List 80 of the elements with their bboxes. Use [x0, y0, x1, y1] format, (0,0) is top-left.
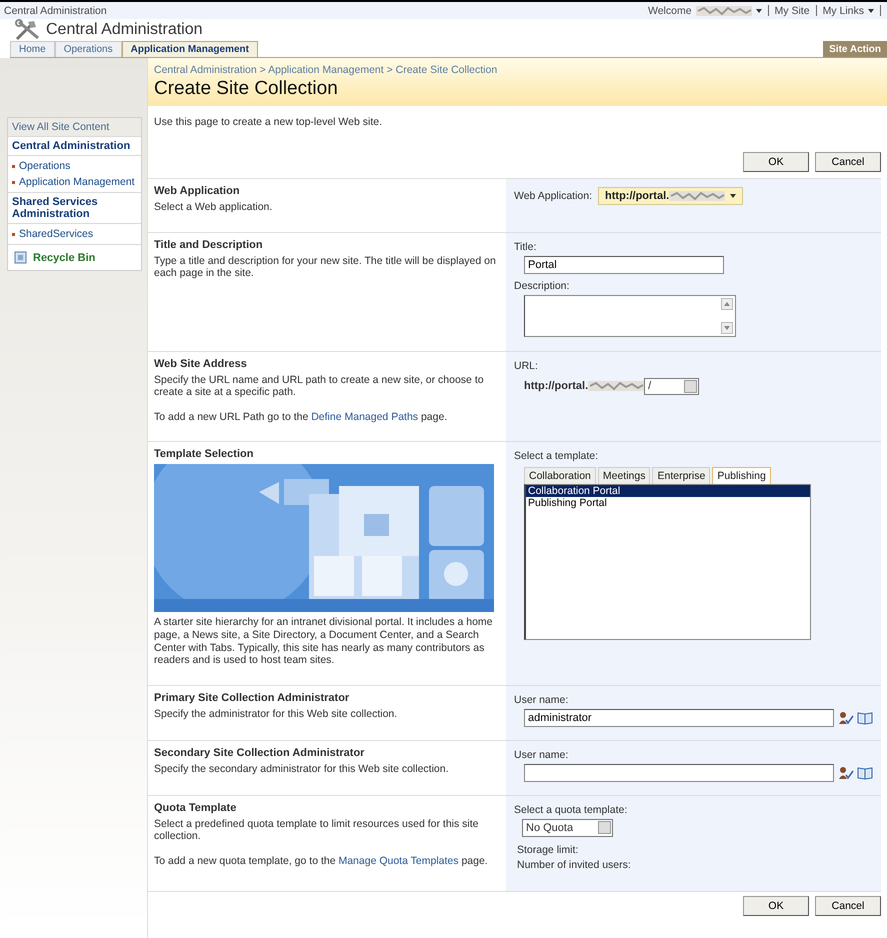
web-application-selector[interactable]: http://portal. [598, 187, 744, 205]
template-tab[interactable]: Enterprise [652, 467, 710, 484]
section-heading: Primary Site Collection Administrator [154, 692, 350, 704]
url-path-dropdown[interactable]: / [644, 378, 700, 395]
obscured-text [669, 190, 726, 202]
nav-heading[interactable]: Central Administration [8, 137, 141, 156]
template-tab[interactable]: Collaboration [524, 467, 596, 484]
top-link[interactable]: My Site [774, 4, 810, 16]
check-names-icon[interactable] [838, 710, 854, 725]
site-name[interactable]: Central Administration [4, 4, 107, 16]
section-heading: Secondary Site Collection Administrator [154, 746, 366, 759]
view-all-link[interactable]: View All Site Content [8, 118, 141, 137]
field-label: Select a template: [514, 450, 600, 462]
field-label: User name: [514, 694, 570, 706]
scroll-up-icon[interactable] [721, 298, 733, 310]
user-name-field[interactable] [524, 764, 834, 782]
section-heading: Quota Template [154, 802, 238, 814]
quota-info: Number of invited users: [517, 858, 632, 871]
text-link[interactable]: Define Managed Paths [311, 410, 418, 423]
nav-heading[interactable]: Shared Services Administration [8, 193, 141, 224]
field-label: Description: [514, 280, 570, 292]
bullet-icon [12, 233, 15, 236]
nav-link[interactable]: Application Management [19, 176, 135, 188]
url-prefix: http://portal. [524, 380, 588, 392]
form-button[interactable]: OK [743, 896, 809, 916]
quota-dropdown[interactable]: No Quota [522, 818, 613, 837]
address-book-icon[interactable] [857, 766, 873, 780]
intro-text: Use this page to create a new top-level Web site. [154, 116, 384, 128]
section-description: Select a Web application. [154, 201, 274, 214]
obscured-text [588, 380, 644, 392]
section-heading: Template Selection [154, 448, 254, 460]
check-names-icon[interactable] [838, 766, 854, 780]
bullet-icon [12, 181, 15, 184]
section-heading: Title and Description [154, 238, 264, 251]
address-book-icon[interactable] [857, 710, 873, 725]
section-heading: Web Application [154, 185, 241, 197]
field-label: Title: [514, 240, 538, 253]
quota-info: Storage limit: [517, 844, 580, 856]
bullet-icon [12, 165, 15, 168]
tools-icon [14, 19, 42, 41]
form-button[interactable]: Cancel [815, 152, 881, 172]
recycle-bin-link[interactable]: Recycle Bin [33, 252, 96, 264]
nav-link[interactable]: Operations [19, 160, 70, 172]
template-tab[interactable]: Meetings [598, 467, 650, 484]
field-label: User name: [514, 748, 570, 761]
nav-link[interactable]: SharedServices [19, 228, 94, 240]
section-description: Specify the secondary administrator for this Web site collection. [154, 762, 450, 776]
section-description: Type a title and description for your new site. The title will be displayed on each page in the site. [154, 254, 497, 280]
field-label: Select a quota template: [514, 804, 628, 816]
user-name-field[interactable]: administrator [524, 708, 834, 727]
caret-icon[interactable] [868, 8, 874, 12]
obscured-text [696, 4, 752, 16]
section-description: Specify the URL name and URL path to create a new site, or choose to create a site at a specific path. [154, 374, 485, 399]
text-link[interactable]: Manage Quota Templates [338, 854, 459, 867]
template-item[interactable]: Collaboration Portal [526, 485, 810, 498]
section-heading: Web Site Address [154, 358, 248, 370]
nav-tab[interactable]: Home [10, 41, 55, 57]
field-label: Web Application: [514, 190, 592, 202]
caret-icon[interactable] [756, 8, 762, 12]
form-button[interactable]: OK [743, 152, 809, 172]
recycle-bin-icon [14, 251, 27, 264]
title-field[interactable]: Portal [524, 256, 724, 274]
description-field[interactable] [524, 294, 736, 337]
form-button[interactable]: Cancel [815, 896, 881, 916]
breadcrumb[interactable]: Central Administration > Application Management > Create Site Collection [154, 64, 887, 76]
template-item[interactable]: Publishing Portal [526, 497, 810, 510]
field-label: URL: [514, 360, 539, 372]
section-description: To add a new quota template, go to the Manage Quota Templates page. [154, 854, 489, 868]
top-link[interactable]: My Links [822, 4, 864, 16]
template-tab[interactable]: Publishing [712, 467, 771, 484]
nav-tab[interactable]: Application Management [122, 41, 258, 57]
scroll-down-icon[interactable] [721, 322, 733, 334]
section-description: Select a predefined quota template to limit resources used for this site collection. [154, 818, 480, 843]
nav-tab[interactable]: Operations [54, 41, 122, 57]
section-description: To add a new URL Path go to the Define Managed Paths page. [154, 410, 448, 424]
site-title[interactable]: Central Administration [46, 21, 203, 39]
section-description: Specify the administrator for this Web site collection. [154, 708, 398, 720]
section-description: A starter site hierarchy for an intranet divisional portal. It includes a home page, a News site, a Site Directory, a Document Center, and a Search Center with Tabs. Typically, this site has nearly as many contributors as readers and is used to host team sites. [154, 616, 494, 667]
page-title: Create Site Collection [154, 78, 339, 100]
welcome-menu[interactable]: Welcome [648, 4, 692, 16]
